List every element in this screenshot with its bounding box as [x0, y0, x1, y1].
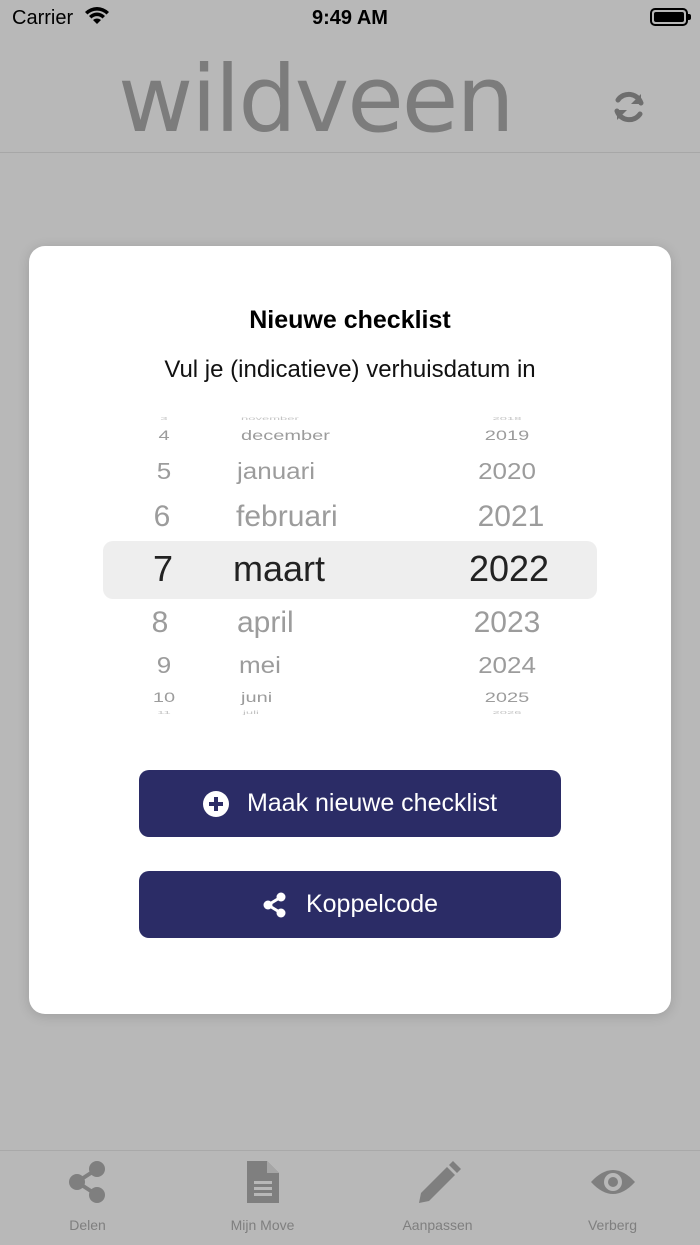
app-header: wildveen	[0, 36, 700, 153]
pair-code-label: Koppelcode	[305, 890, 439, 918]
create-checklist-button[interactable]: Maak nieuwe checklist	[139, 770, 561, 837]
picker-year: 2026	[492, 710, 522, 716]
plus-circle-icon	[202, 790, 229, 817]
picker-month: juni	[241, 690, 273, 706]
new-checklist-dialog: Nieuwe checklist Vul je (indicatieve) ve…	[29, 246, 671, 1014]
refresh-icon[interactable]	[610, 88, 648, 126]
picker-month-selected: maart	[233, 548, 326, 589]
pencil-icon	[350, 1159, 525, 1205]
document-icon	[175, 1159, 350, 1205]
tab-label: Mijn Move	[230, 1217, 295, 1233]
battery-icon	[650, 8, 691, 26]
picker-month: februari	[236, 500, 338, 533]
tab-label: Delen	[69, 1217, 106, 1233]
picker-month: april	[237, 606, 294, 639]
picker-year: 2020	[478, 458, 536, 485]
wildveen-logo: wildveen	[118, 46, 515, 153]
share-icon	[0, 1159, 175, 1205]
tab-label: Aanpassen	[402, 1217, 473, 1233]
date-picker[interactable]: 3 november 2018 4 december 2019 5 januar…	[29, 416, 671, 721]
dialog-title: Nieuwe checklist	[249, 306, 451, 334]
picker-month: juli	[243, 710, 259, 716]
tab-label: Verberg	[587, 1217, 638, 1233]
dialog-subtitle: Vul je (indicatieve) verhuisdatum in	[164, 356, 536, 383]
picker-month: november	[241, 416, 299, 422]
tab-verberg[interactable]: Verberg	[525, 1151, 700, 1245]
picker-month: mei	[239, 652, 281, 679]
eye-icon	[525, 1159, 700, 1205]
create-checklist-label: Maak nieuwe checklist	[246, 789, 498, 817]
tab-mijn-move[interactable]: Mijn Move	[175, 1151, 350, 1245]
tab-aanpassen[interactable]: Aanpassen	[350, 1151, 525, 1245]
picker-year: 2019	[484, 428, 530, 444]
tab-bar: Delen Mijn Move Aanpassen Verberg	[0, 1150, 700, 1245]
clock: 9:49 AM	[312, 7, 388, 29]
picker-month: december	[241, 428, 330, 444]
share-icon	[262, 892, 288, 918]
picker-year: 2024	[478, 652, 536, 679]
status-bar: Carrier 9:49 AM	[0, 0, 700, 36]
picker-year: 2021	[477, 500, 545, 533]
tab-delen[interactable]: Delen	[0, 1151, 175, 1245]
pair-code-button[interactable]: Koppelcode	[139, 871, 561, 938]
picker-year: 2023	[473, 606, 541, 639]
picker-year: 2025	[484, 690, 530, 706]
picker-month: januari	[237, 458, 316, 485]
picker-year: 2018	[492, 416, 522, 422]
picker-year-selected: 2022	[468, 548, 550, 589]
